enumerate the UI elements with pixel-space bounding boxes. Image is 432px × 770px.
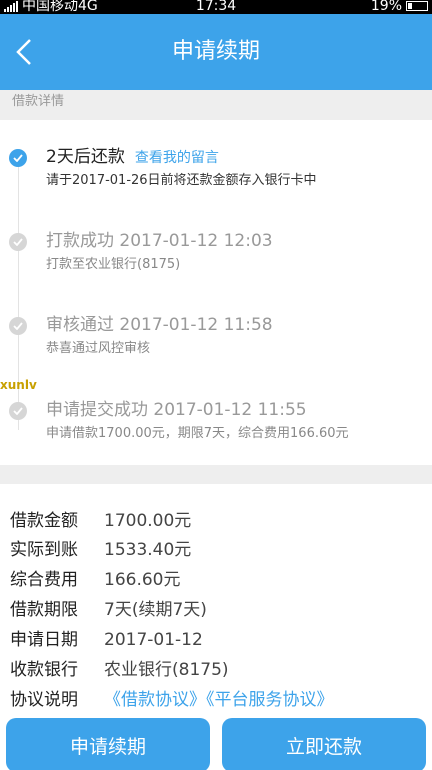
detail-label: 实际到账	[10, 540, 78, 560]
app-header: 申请续期	[0, 14, 432, 90]
check-icon	[9, 402, 27, 420]
timeline-card: 2天后还款 查看我的留言 请于2017-01-26日前将还款金额存入银行卡中 打款…	[0, 120, 432, 465]
detail-row: 收款银行 农业银行(8175)	[10, 659, 229, 681]
watermark: xunlv	[0, 378, 37, 392]
detail-value: 166.60元	[104, 570, 181, 590]
timeline-title: 审核通过 2017-01-12 11:58	[46, 315, 273, 335]
timeline-desc: 请于2017-01-26日前将还款金额存入银行卡中	[46, 173, 317, 188]
battery-icon	[406, 1, 428, 11]
check-icon	[9, 317, 27, 335]
platform-service-agreement-link[interactable]: 《平台服务协议》	[206, 690, 334, 710]
detail-row: 申请日期 2017-01-12	[10, 629, 203, 651]
apply-renewal-button[interactable]: 申请续期	[6, 718, 210, 770]
timeline-title: 申请提交成功 2017-01-12 11:55	[46, 400, 307, 420]
detail-row: 实际到账 1533.40元	[10, 539, 191, 561]
view-message-link[interactable]: 查看我的留言	[135, 150, 219, 166]
clock: 17:34	[195, 0, 237, 14]
check-icon	[9, 149, 27, 167]
battery-percent: 19%	[370, 0, 402, 14]
timeline-title: 打款成功 2017-01-12 12:03	[46, 231, 273, 251]
section-label: 借款详情	[12, 94, 65, 109]
detail-label: 综合费用	[10, 570, 78, 590]
timeline-desc: 申请借款1700.00元，期限7天，综合费用166.60元	[46, 426, 349, 441]
detail-label: 借款期限	[10, 600, 78, 620]
detail-label: 借款金额	[10, 511, 78, 531]
check-icon	[9, 233, 27, 251]
status-bar: 中国移动4G 17:34 19%	[0, 0, 432, 14]
detail-row: 协议说明 《借款协议》《平台服务协议》	[10, 689, 334, 711]
detail-row: 借款期限 7天(续期7天)	[10, 599, 207, 621]
repay-now-button[interactable]: 立即还款	[222, 718, 426, 770]
page-title: 申请续期	[171, 39, 260, 64]
detail-label: 收款银行	[10, 660, 78, 680]
timeline-desc: 恭喜通过风控审核	[46, 341, 151, 356]
timeline-title: 2天后还款 查看我的留言	[46, 146, 219, 169]
detail-row: 综合费用 166.60元	[10, 569, 180, 591]
detail-value: 7天(续期7天)	[104, 600, 207, 620]
detail-value: 1700.00元	[104, 511, 192, 531]
detail-row: 借款金额 1700.00元	[10, 510, 191, 532]
detail-value: 农业银行(8175)	[104, 660, 229, 680]
bottom-buttons: 申请续期 立即还款	[0, 718, 432, 770]
timeline-title-text: 2天后还款	[46, 147, 125, 167]
detail-value: 1533.40元	[104, 540, 192, 560]
detail-label: 申请日期	[10, 630, 78, 650]
loan-agreement-link[interactable]: 《借款协议》	[104, 690, 206, 710]
status-right: 19%	[371, 0, 428, 13]
timeline-desc: 打款至农业银行(8175)	[46, 257, 181, 272]
detail-value: 2017-01-12	[104, 630, 203, 650]
detail-label: 协议说明	[10, 690, 78, 710]
